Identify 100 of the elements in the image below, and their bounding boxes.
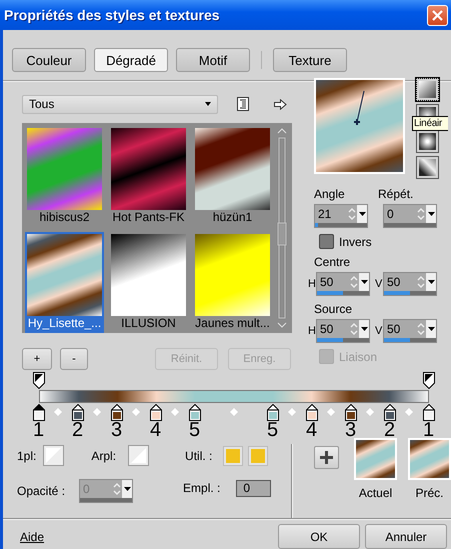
gradient-swatch[interactable] [408,438,451,480]
color-stop[interactable] [150,404,162,421]
stop-number: 5 [188,421,200,440]
midpoint-marker[interactable] [132,408,140,416]
cancel-button[interactable]: Annuler [365,524,447,549]
color-stop[interactable] [306,404,318,421]
color-stop[interactable] [422,404,434,421]
preset-item[interactable]: hüzün1 [193,126,272,227]
gradient-bar[interactable] [38,390,428,403]
dropdown-arrow-icon[interactable] [428,212,434,216]
dropdown-arrow-icon[interactable] [428,327,434,331]
field-label: Empl. : [183,481,220,495]
list-icon[interactable] [237,97,249,111]
midpoint-marker[interactable] [171,408,179,416]
spin-field[interactable]: 0 [383,204,437,228]
field-label: Util. : [185,448,212,462]
preset-item[interactable]: ILLUSION [109,232,188,333]
add-button[interactable] [314,446,339,469]
midpoint-marker[interactable] [327,408,335,416]
remove-button[interactable]: - [60,348,88,370]
midpoint-marker[interactable] [230,408,238,416]
color-swatch[interactable] [251,448,266,462]
color-stop[interactable] [110,404,122,421]
opacity-stop-icon[interactable] [32,372,44,389]
tab[interactable]: Dégradé [94,48,168,72]
dropdown-arrow-icon[interactable] [358,212,366,216]
close-button[interactable] [427,4,448,26]
linear-gradient-icon [419,81,436,98]
section-label: Centre [314,255,352,270]
swatch-icon[interactable] [45,447,62,464]
section-label: Source [314,302,354,317]
category-dropdown[interactable]: Tous [22,94,218,114]
color-stop[interactable] [32,404,44,421]
location-field[interactable]: 0 [236,480,272,496]
gradient-type-button[interactable] [416,156,439,179]
field-label: 1pl: [17,448,36,462]
color-stop[interactable] [188,404,200,421]
midpoint-marker[interactable] [93,408,101,416]
opacity-stop-icon[interactable] [422,372,434,389]
tab[interactable]: Texture [273,48,347,72]
field-label: Répét. [378,187,414,202]
stop-number: 4 [150,421,162,440]
checkbox-label: Invers [339,234,372,248]
dropdown-arrow-icon [205,102,211,106]
color-stop[interactable] [72,404,84,421]
stop-number: 3 [110,421,122,440]
preset-item[interactable]: hibiscus2 [25,126,104,227]
midpoint-marker[interactable] [405,408,413,416]
arrow-right-icon[interactable] [274,98,287,110]
spin-field[interactable]: 50 [316,319,370,343]
tab[interactable]: Couleur [12,48,86,72]
checkbox[interactable] [319,234,334,249]
checkbox-label: Liaison [339,350,378,364]
dropdown-arrow-icon[interactable] [428,280,434,284]
field-label: V [375,325,380,337]
gradient-type-button[interactable] [416,78,439,101]
midpoint-marker[interactable] [288,408,296,416]
help-link[interactable]: Aide [20,530,44,544]
spin-field[interactable]: 50 [316,272,370,296]
stop-number: 3 [344,421,356,440]
gradient-type-button[interactable] [416,130,439,153]
tooltip: Linéair [412,116,448,131]
gradient-swatch [354,438,397,480]
field-label: Arpl: [91,448,116,462]
spin-field[interactable]: 50 [383,319,437,343]
stop-number: 1 [32,421,44,440]
field-label: H [308,278,313,290]
stop-number: 5 [266,421,278,440]
stop-number: 2 [384,421,396,440]
field-label: Opacité : [17,484,66,498]
field-label: H [308,325,313,337]
window-title: Propriétés des styles et textures [4,7,221,23]
radial-gradient-icon [419,133,436,150]
ok-button[interactable]: OK [278,524,360,549]
spin-field[interactable]: 21 [314,204,368,228]
field-label: V [375,278,380,290]
color-stop[interactable] [344,404,356,421]
dropdown-arrow-icon[interactable] [360,280,368,284]
midpoint-marker[interactable] [366,408,374,416]
close-icon [432,10,443,20]
dropdown-arrow-icon[interactable] [360,327,368,331]
add-button[interactable]: + [22,348,52,370]
plus-icon [320,451,333,464]
color-swatch[interactable] [226,448,240,462]
color-stop[interactable] [384,404,396,421]
preset-item[interactable]: Jaunes mult... [193,232,272,333]
preset-item[interactable]: Hy_Lisette_... [25,232,104,333]
spin-field[interactable]: 50 [383,272,437,296]
stop-number: 4 [306,421,318,440]
stop-number: 2 [72,421,84,440]
swatch-icon[interactable] [130,447,148,464]
tab[interactable]: Motif [176,48,250,72]
color-stop[interactable] [266,404,278,421]
swatch-label: Préc. [415,486,444,500]
preset-item[interactable]: Hot Pants-FK [109,126,188,227]
swatch-label: Actuel [358,486,392,500]
corner-gradient-icon [419,159,436,176]
stop-number: 1 [422,421,434,440]
scrollbar[interactable] [275,126,289,330]
midpoint-marker[interactable] [54,408,62,416]
